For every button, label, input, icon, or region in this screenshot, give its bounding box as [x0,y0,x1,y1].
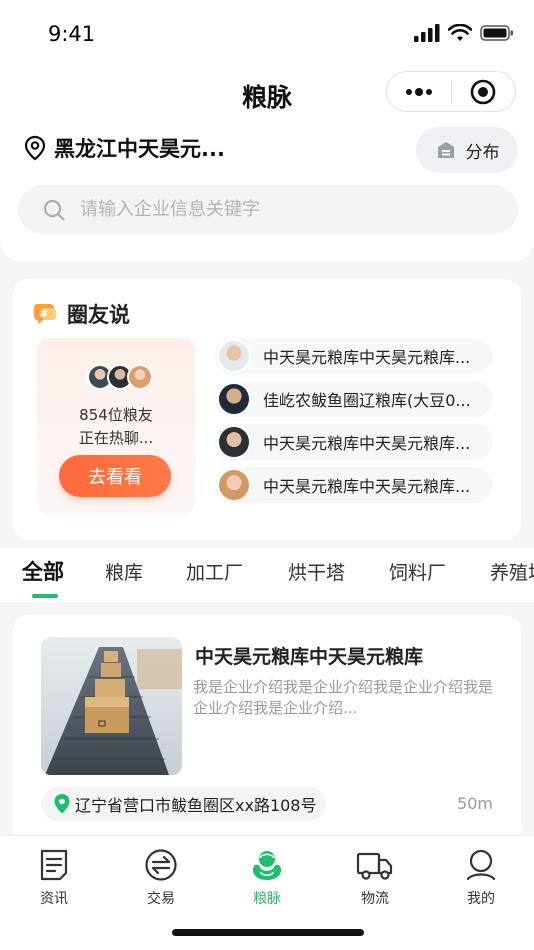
topic-item[interactable]: 中天昊元粮库中天昊元粮库... [215,424,493,460]
distribution-button[interactable]: 分布 [416,127,518,173]
bottom-tab-mine[interactable]: 我的 [446,848,516,908]
active-tab-indicator [32,594,58,598]
search-input[interactable] [80,199,460,220]
bottom-tab-label: 我的 [467,891,495,907]
status-icons [414,24,514,42]
location-pin-icon [54,794,70,814]
go-see-button[interactable]: 去看看 [59,455,171,497]
bottom-tab-label: 物流 [361,891,389,907]
news-icon [40,849,68,881]
tab-granary[interactable]: 粮库 [105,558,143,585]
enterprise-image [41,637,182,775]
battery-icon [480,25,513,41]
tab-feed-mill[interactable]: 饲料厂 [389,558,446,585]
circle-title: 圈友说 [67,303,130,327]
bottom-tab-news[interactable]: 资讯 [19,848,89,908]
more-button[interactable] [387,72,451,111]
enterprise-title: 中天昊元粮库中天昊元粮库 [195,646,424,668]
topic-text: 佳屹农鲅鱼圈辽粮库(大豆0... [263,391,471,410]
bottom-tab-liangmai[interactable]: 粮脉 [232,848,302,908]
topic-item[interactable]: 佳屹农鲅鱼圈辽粮库(大豆0... [215,381,493,417]
location-selector[interactable]: 黑龙江中天昊元... [24,133,225,163]
avatar [217,425,251,459]
svg-text:#: # [39,307,48,320]
address-text: 辽宁省营口市鲅鱼圈区xx路108号 [75,796,317,815]
circle-header: # 圈友说 [33,299,130,329]
distance-label: 50m [457,794,493,813]
distribution-label: 分布 [465,142,500,163]
category-tabs: 全部 粮库 加工厂 烘干塔 饲料厂 养殖场 [0,548,534,602]
enterprise-description: 我是企业介绍我是企业介绍我是企业介绍我是企业介绍我是企业介绍... [193,678,494,717]
tab-drying-tower[interactable]: 烘干塔 [288,558,345,585]
location-pin-icon [24,135,46,161]
avatar [217,382,251,416]
avatar [217,468,251,502]
search-bar[interactable] [18,185,518,234]
topic-text: 中天昊元粮库中天昊元粮库... [263,348,471,367]
wifi-icon [448,24,472,41]
search-icon [43,199,65,221]
home-indicator [172,929,364,936]
status-time: 9:41 [48,22,96,46]
bottom-tab-logistics[interactable]: 物流 [340,848,410,908]
location-text: 黑龙江中天昊元... [54,137,225,161]
bottom-tab-label: 粮脉 [253,891,281,907]
address-chip[interactable]: 辽宁省营口市鲅鱼圈区xx路108号 [41,787,327,821]
hot-count: 854位粮友 [79,406,153,424]
tab-processing-plant[interactable]: 加工厂 [186,558,243,585]
close-miniprogram-button[interactable] [452,72,516,111]
mini-program-capsule [386,71,516,112]
enterprise-card[interactable]: 中天昊元粮库中天昊元粮库 我是企业介绍我是企业介绍我是企业介绍我是企业介绍我是企… [13,615,521,845]
signal-icon [414,24,440,42]
bottom-tab-trade[interactable]: 交易 [126,848,196,908]
avatar [217,339,251,373]
circle-card: # 圈友说 854位粮友 正在热聊... 去看看 中天昊元粮库中天昊元粮库...… [13,279,521,540]
topic-item[interactable]: 中天昊元粮库中天昊元粮库... [215,467,493,503]
more-dots-icon [405,87,432,96]
target-icon [470,79,496,104]
tab-all[interactable]: 全部 [22,556,64,586]
distribution-icon [437,142,454,158]
profile-icon [466,849,496,881]
tab-farm[interactable]: 养殖场 [490,558,534,585]
trade-icon [145,849,177,881]
bottom-tab-label: 交易 [147,891,175,907]
topic-item[interactable]: 中天昊元粮库中天昊元粮库... [215,338,493,374]
topic-text: 中天昊元粮库中天昊元粮库... [263,477,471,496]
avatar [127,364,153,390]
topic-text: 中天昊元粮库中天昊元粮库... [263,434,471,453]
hashtag-chat-icon: # [34,304,56,324]
hot-status: 正在热聊... [78,429,154,447]
truck-icon [356,852,393,880]
avatar-stack [87,364,153,390]
bottom-tab-label: 资讯 [40,891,68,907]
liangmai-icon [253,851,281,880]
hot-discussion-box: 854位粮友 正在热聊... 去看看 [37,338,195,515]
